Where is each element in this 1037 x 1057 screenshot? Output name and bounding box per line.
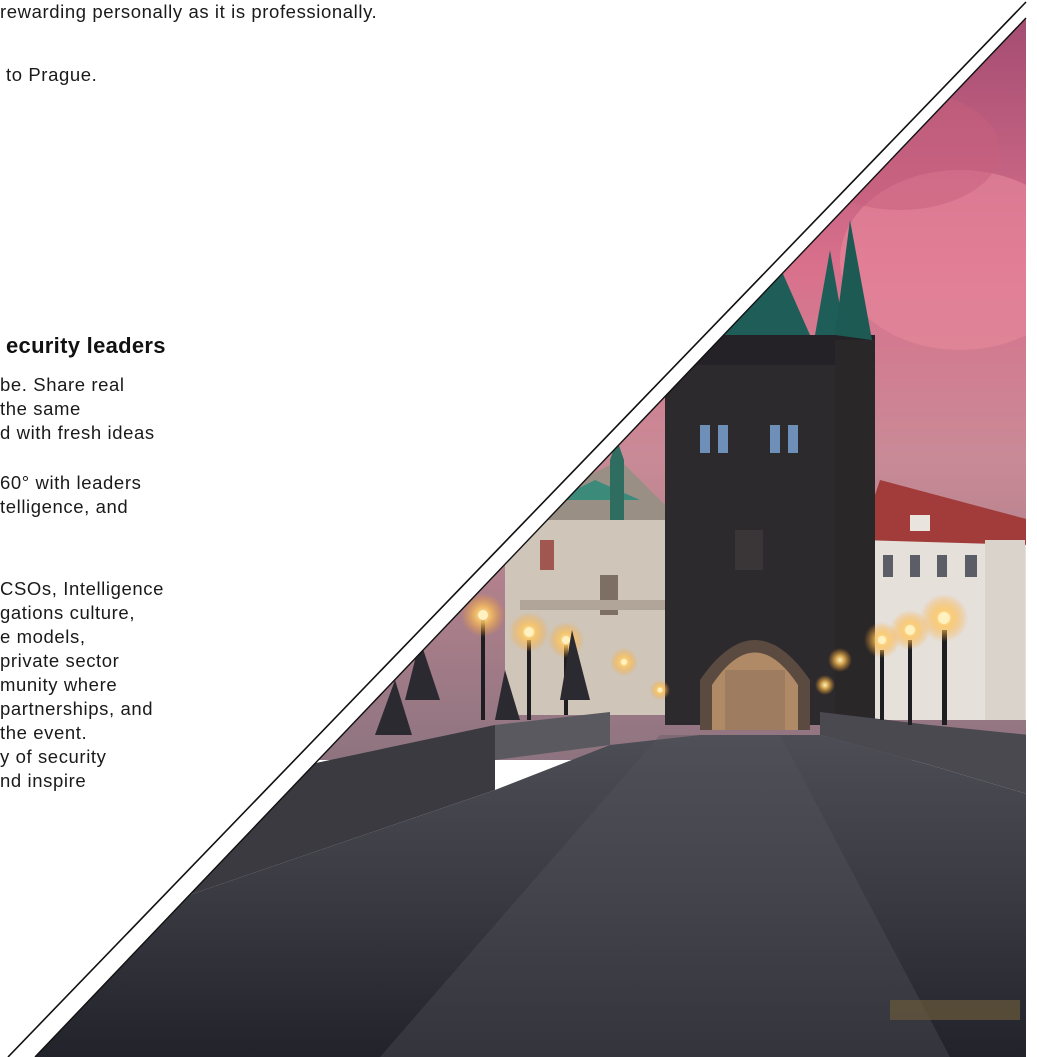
prague-bridge-photo: [7, 1, 1027, 1057]
